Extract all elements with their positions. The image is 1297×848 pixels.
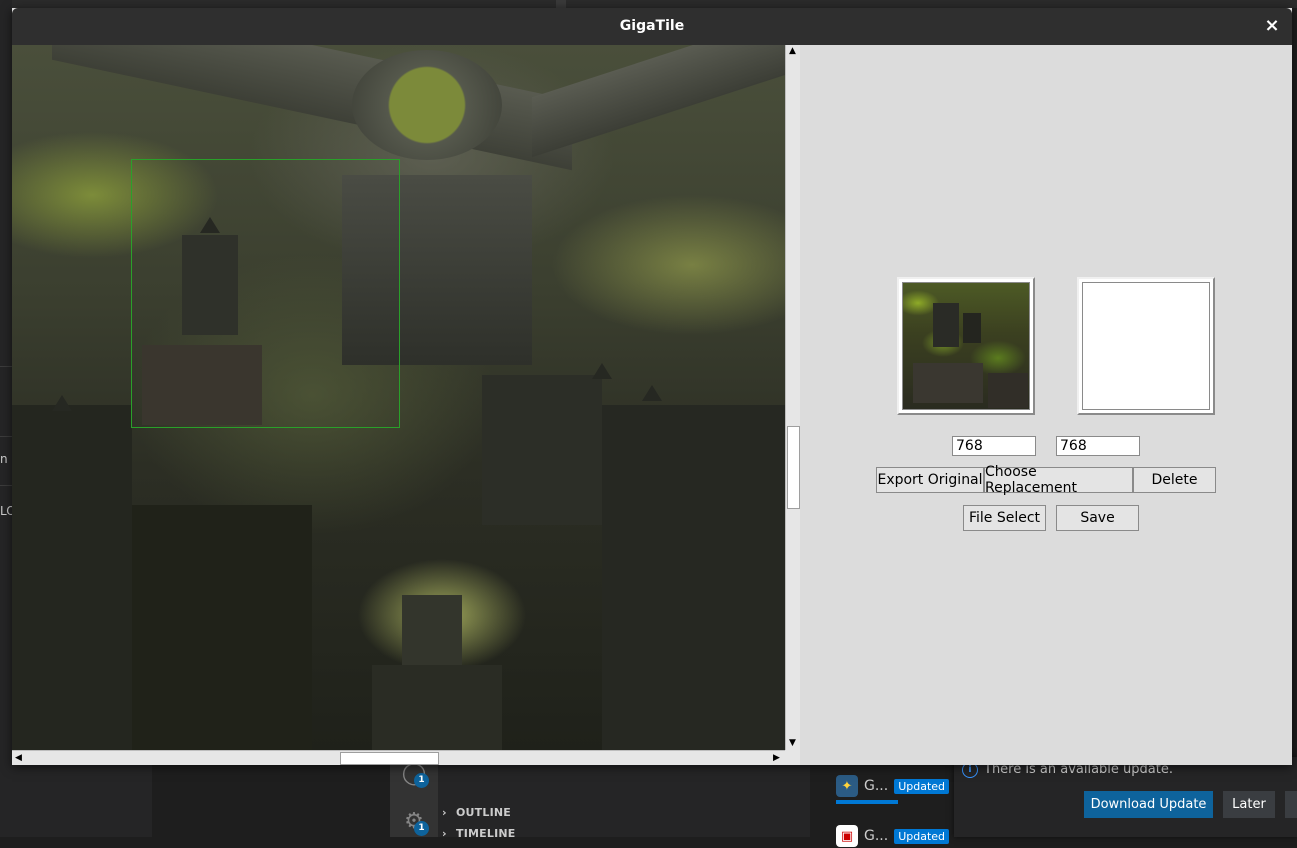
original-tile-preview	[897, 277, 1035, 415]
section-outline[interactable]: › OUTLINE	[442, 802, 511, 822]
background-right-fragments	[1292, 46, 1297, 756]
extension-name: G...	[864, 828, 889, 844]
settings-badge: 1	[414, 821, 429, 836]
scroll-down-arrow-icon[interactable]: ▼	[786, 738, 799, 748]
scrollbar-corner	[785, 750, 800, 765]
vertical-scroll-thumb[interactable]	[787, 426, 800, 509]
background-bottom-left	[0, 765, 152, 837]
tile-control-panel: 768 768 Export Original Choose Replaceme…	[800, 45, 1292, 765]
window-title: GigaTile	[619, 18, 685, 34]
chevron-right-icon: ›	[442, 805, 447, 819]
tile-height-field[interactable]: 768	[1056, 436, 1140, 456]
round-tower	[352, 50, 502, 160]
extension-progress-bar	[836, 800, 898, 804]
python-icon: ✦	[836, 775, 858, 797]
section-outline-label: OUTLINE	[456, 805, 512, 819]
chevron-right-icon: ›	[442, 826, 447, 840]
castle-wall-right	[532, 45, 785, 158]
roof	[642, 385, 662, 401]
title-bar: GigaTile ×	[12, 8, 1292, 45]
roof	[592, 363, 612, 379]
extension-item[interactable]: ✦ G... Updated	[836, 774, 950, 798]
download-update-button[interactable]: Download Update	[1084, 791, 1213, 818]
house	[402, 595, 462, 665]
town-block	[372, 665, 502, 750]
export-original-button[interactable]: Export Original	[876, 467, 984, 493]
choose-replacement-button[interactable]: Choose Replacement	[984, 464, 1133, 496]
replacement-tile-preview	[1077, 277, 1215, 415]
extension-item[interactable]: ▣ G... Updated	[836, 824, 950, 848]
updated-badge: Updated	[894, 778, 950, 794]
town-block	[12, 405, 132, 750]
scroll-right-arrow-icon[interactable]: ▶	[770, 753, 783, 763]
horizontal-scrollbar[interactable]: ◀ ▶	[12, 750, 785, 765]
horizontal-scroll-thumb[interactable]	[340, 752, 439, 765]
save-button[interactable]: Save	[1056, 505, 1139, 531]
divider	[0, 436, 12, 437]
gigatile-window: GigaTile × ▲ ▼ ◀ ▶ 768 768 Export Origin…	[12, 8, 1292, 765]
roof	[52, 395, 72, 411]
background-bottom-editor	[152, 765, 390, 837]
accounts-badge: 1	[414, 773, 429, 788]
divider	[0, 485, 12, 486]
background-scroll-knob	[556, 0, 566, 8]
updated-badge: Updated	[894, 828, 950, 844]
file-select-button[interactable]: File Select	[963, 505, 1046, 531]
tile-width-field[interactable]: 768	[952, 436, 1036, 456]
town-block	[132, 505, 312, 750]
section-timeline-label: TIMELINE	[456, 826, 516, 840]
replacement-tile-image	[1082, 282, 1210, 410]
tile-selection-rectangle[interactable]	[131, 159, 400, 428]
notification-more-button[interactable]	[1285, 791, 1297, 818]
background-left-panel: n s LO	[0, 0, 18, 837]
extension-icon: ▣	[836, 825, 858, 847]
town-block	[482, 375, 602, 525]
background-top-strip	[0, 0, 1297, 8]
section-timeline[interactable]: › TIMELINE	[442, 823, 515, 843]
scroll-up-arrow-icon[interactable]: ▲	[786, 46, 799, 56]
later-button[interactable]: Later	[1223, 791, 1275, 818]
scroll-left-arrow-icon[interactable]: ◀	[12, 753, 25, 763]
close-icon[interactable]: ×	[1262, 16, 1282, 36]
vertical-scrollbar[interactable]: ▲ ▼	[785, 45, 800, 750]
extension-name: G...	[864, 778, 889, 794]
divider	[0, 366, 12, 367]
tile-map-canvas[interactable]	[12, 45, 785, 750]
original-tile-image	[902, 282, 1030, 410]
town-block	[602, 405, 785, 750]
delete-button[interactable]: Delete	[1133, 467, 1216, 493]
